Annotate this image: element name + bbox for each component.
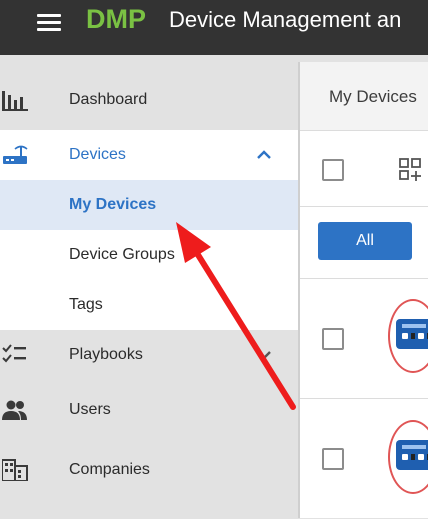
row-checkbox[interactable] xyxy=(322,448,344,470)
sidebar-item-dashboard[interactable]: Dashboard xyxy=(0,75,298,125)
select-all-checkbox[interactable] xyxy=(322,159,344,181)
router-icon xyxy=(3,145,28,164)
main-content: My Devices All xyxy=(300,62,428,518)
sidebar-item-my-devices[interactable]: My Devices xyxy=(0,180,298,230)
sidebar-item-devices[interactable]: Devices xyxy=(0,130,298,180)
sidebar-item-label: Devices xyxy=(69,146,126,163)
tab-my-devices[interactable]: My Devices xyxy=(329,87,417,107)
table-row[interactable] xyxy=(300,398,428,519)
app-header: DMP Device Management an xyxy=(0,0,428,55)
sidebar-item-label: Companies xyxy=(69,461,150,478)
router-device-image xyxy=(396,319,428,349)
menu-icon[interactable] xyxy=(37,14,61,32)
table-header-row xyxy=(300,131,428,207)
sidebar-item-label: Dashboard xyxy=(69,91,148,108)
users-icon xyxy=(2,400,27,420)
device-thumbnail xyxy=(388,420,428,494)
sidebar-item-label: Tags xyxy=(69,296,103,313)
app-title: Device Management an xyxy=(169,7,402,32)
router-device-image xyxy=(396,440,428,470)
sidebar-nav: Dashboard Devices My Devices Device Grou… xyxy=(0,62,300,518)
sidebar-item-label: Device Groups xyxy=(69,246,175,263)
sidebar-item-label: Playbooks xyxy=(69,346,143,363)
chevron-up-icon[interactable] xyxy=(254,145,274,165)
all-filter-button[interactable]: All xyxy=(318,222,412,260)
sidebar-item-users[interactable]: Users xyxy=(0,385,298,435)
sidebar-item-device-groups[interactable]: Device Groups xyxy=(0,230,298,280)
sidebar-item-companies[interactable]: Companies xyxy=(0,445,298,495)
add-widget-icon[interactable] xyxy=(398,157,424,183)
sidebar-item-label: My Devices xyxy=(69,196,157,213)
brand-logo: DMP xyxy=(86,4,146,34)
table-row[interactable] xyxy=(300,278,428,399)
tab-bar: My Devices xyxy=(300,62,428,131)
device-thumbnail xyxy=(388,299,428,373)
sidebar-item-playbooks[interactable]: Playbooks xyxy=(0,330,298,380)
sidebar-item-tags[interactable]: Tags xyxy=(0,280,298,330)
sidebar-item-label: Users xyxy=(69,401,111,418)
chevron-down-icon[interactable] xyxy=(254,345,274,365)
checklist-icon xyxy=(2,344,26,363)
bar-chart-icon xyxy=(2,91,28,111)
building-icon xyxy=(2,459,28,481)
row-checkbox[interactable] xyxy=(322,328,344,350)
